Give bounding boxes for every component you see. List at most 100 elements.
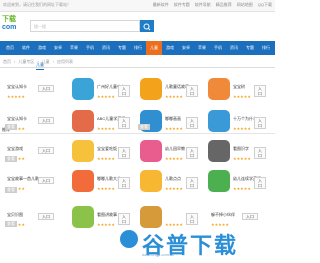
enter-button[interactable]: 入口 [254, 85, 266, 97]
nav-item[interactable]: 儿童 [146, 41, 162, 55]
rating-stars: ★★★★★ [233, 156, 251, 161]
enter-button[interactable]: 入口 [254, 117, 266, 129]
app-name[interactable]: 躲不掉小伙伴 [211, 212, 235, 218]
nav-item[interactable]: 安卓 [178, 41, 194, 55]
nav-item[interactable]: 资讯 [98, 41, 114, 55]
logo-bottom-text: com [2, 24, 17, 31]
rating-stars: ★★★★★ [165, 186, 183, 191]
enter-button[interactable]: 入口 [254, 147, 266, 159]
view-tag[interactable]: 查看 [5, 156, 17, 162]
nav-item[interactable]: 游戏 [162, 41, 178, 55]
breadcrumb-item[interactable]: 首页 [3, 59, 11, 65]
app-name[interactable]: 宝贝识图 [7, 212, 23, 218]
enter-button[interactable]: 入口 [186, 85, 198, 97]
app-card[interactable]: 儿歌点点 ★★★★★ 入口 [138, 164, 198, 204]
top-link[interactable]: 软件导航 [195, 2, 211, 8]
enter-button[interactable]: 入口 [118, 85, 130, 97]
nav-item[interactable]: 教程 [274, 41, 275, 55]
enter-button[interactable]: 入口 [186, 117, 198, 129]
question-icon[interactable] [208, 110, 230, 132]
nav-item[interactable]: 游戏 [34, 41, 50, 55]
rating-stars: ★★★★★ [7, 94, 25, 99]
top-link[interactable]: 软件专题 [174, 2, 190, 8]
nav-item[interactable]: 手机 [210, 41, 226, 55]
app-card[interactable]: 幼儿连续学英语 ★★★★★ 入口 [206, 164, 266, 204]
top-link[interactable]: QQ下载 [258, 2, 272, 8]
enter-button[interactable]: 入口 [186, 147, 198, 159]
app-card[interactable]: 宝宝故事一首儿歌★★★★★入口 [2, 164, 62, 204]
search-button[interactable] [140, 20, 154, 32]
flower-icon[interactable] [140, 140, 162, 162]
breadcrumb-item: 应用列表 [57, 59, 74, 64]
breadcrumb-sep: › [14, 59, 16, 64]
view-tag[interactable]: 查看 [5, 221, 17, 227]
enter-button[interactable]: 入口 [118, 117, 130, 129]
enter-button[interactable]: 入口 [254, 177, 266, 189]
app-name[interactable]: 嘟嘟画画 [165, 116, 181, 122]
app-name[interactable]: 宝宝爱吃饭 [97, 146, 117, 152]
zebra-icon[interactable] [208, 140, 230, 162]
nav-item[interactable]: 软件 [18, 41, 34, 55]
app-name[interactable]: 儿歌点点 [165, 176, 181, 182]
abc-icon[interactable] [72, 110, 94, 132]
enter-button[interactable]: 入口 [38, 177, 54, 184]
breadcrumb-sep: › [52, 59, 55, 64]
rating-stars: ★★★★★ [97, 156, 115, 161]
tab-active[interactable]: 儿童 [36, 62, 44, 70]
view-tag[interactable]: 查看 [5, 124, 17, 130]
kid-face-icon[interactable] [72, 140, 94, 162]
view-tag[interactable]: 查看 [5, 187, 17, 193]
rating-stars: ★★★★★ [165, 94, 183, 99]
site-logo[interactable]: 下载 com [2, 15, 24, 33]
top-link[interactable]: 精品推荐 [216, 2, 232, 8]
nav-item[interactable]: 苹果 [66, 41, 82, 55]
app-card[interactable]: 宝贝识图★★★★★入口 [2, 200, 62, 240]
search-input[interactable]: 搜一搜 [30, 20, 140, 32]
nav-item[interactable]: 首页 [2, 41, 18, 55]
app-name[interactable]: 幼儿园早教 [165, 146, 185, 152]
watermark: 谷普下载 www.cngp.com.cn [120, 222, 265, 260]
nav-item[interactable]: 专题 [242, 41, 258, 55]
app-name[interactable]: 宝宝树 [233, 84, 245, 90]
breadcrumb-item[interactable]: 儿童专区 [18, 59, 34, 65]
medical-cross-icon[interactable] [72, 78, 94, 100]
app-name[interactable]: 宝宝故事一首儿歌 [7, 176, 39, 182]
nav-item[interactable]: 安卓 [50, 41, 66, 55]
nav-item[interactable]: 专题 [114, 41, 130, 55]
rating-stars: ★★★★★ [165, 156, 183, 161]
tea-icon[interactable] [208, 170, 230, 192]
top-links: 最新软件 软件专题 软件导航 精品推荐 网站地图 QQ下载 [153, 2, 272, 8]
enter-button[interactable]: 入口 [186, 177, 198, 189]
top-link[interactable]: 最新软件 [153, 2, 169, 8]
view-tag[interactable]: 查看 [138, 124, 150, 130]
app-name[interactable]: 看图讲故事 [97, 212, 117, 218]
rating-stars: ★★★★★ [233, 126, 251, 131]
enter-button[interactable]: 入口 [38, 117, 54, 124]
app-name[interactable]: 宝宝认知卡 [7, 116, 27, 122]
app-name[interactable]: 看图识字 [233, 146, 249, 152]
nav-item[interactable]: 排行 [130, 41, 146, 55]
main-nav: 首页软件游戏安卓苹果手机资讯专题排行儿童游戏安卓苹果手机资讯专题排行教程 [0, 41, 275, 55]
bear-icon[interactable] [208, 78, 230, 100]
enter-button[interactable]: 入口 [38, 85, 54, 92]
enter-button[interactable]: 入口 [38, 147, 54, 154]
nav-item[interactable]: 排行 [258, 41, 274, 55]
cartoon-icon[interactable] [72, 170, 94, 192]
nav-item[interactable]: 手机 [82, 41, 98, 55]
kid-icon[interactable] [140, 170, 162, 192]
app-name[interactable]: 宝宝认知卡 [7, 84, 27, 90]
smiley-face-icon[interactable] [140, 78, 162, 100]
rating-stars: ★★★★★ [165, 126, 183, 131]
app-name[interactable]: 宝宝游戏 [7, 146, 23, 152]
top-link[interactable]: 网站地图 [237, 2, 253, 8]
enter-button[interactable]: 入口 [118, 177, 130, 189]
logo-top-text: 下载 [2, 16, 16, 23]
dog-icon[interactable] [72, 206, 94, 228]
app-card[interactable]: 嘟嘟儿歌大全 ★★★★★ 入口 [70, 164, 130, 204]
watermark-logo-icon [120, 230, 138, 248]
enter-button[interactable]: 入口 [38, 213, 54, 220]
nav-item[interactable]: 资讯 [226, 41, 242, 55]
enter-button[interactable]: 入口 [242, 213, 258, 220]
enter-button[interactable]: 入口 [118, 147, 130, 159]
nav-item[interactable]: 苹果 [194, 41, 210, 55]
